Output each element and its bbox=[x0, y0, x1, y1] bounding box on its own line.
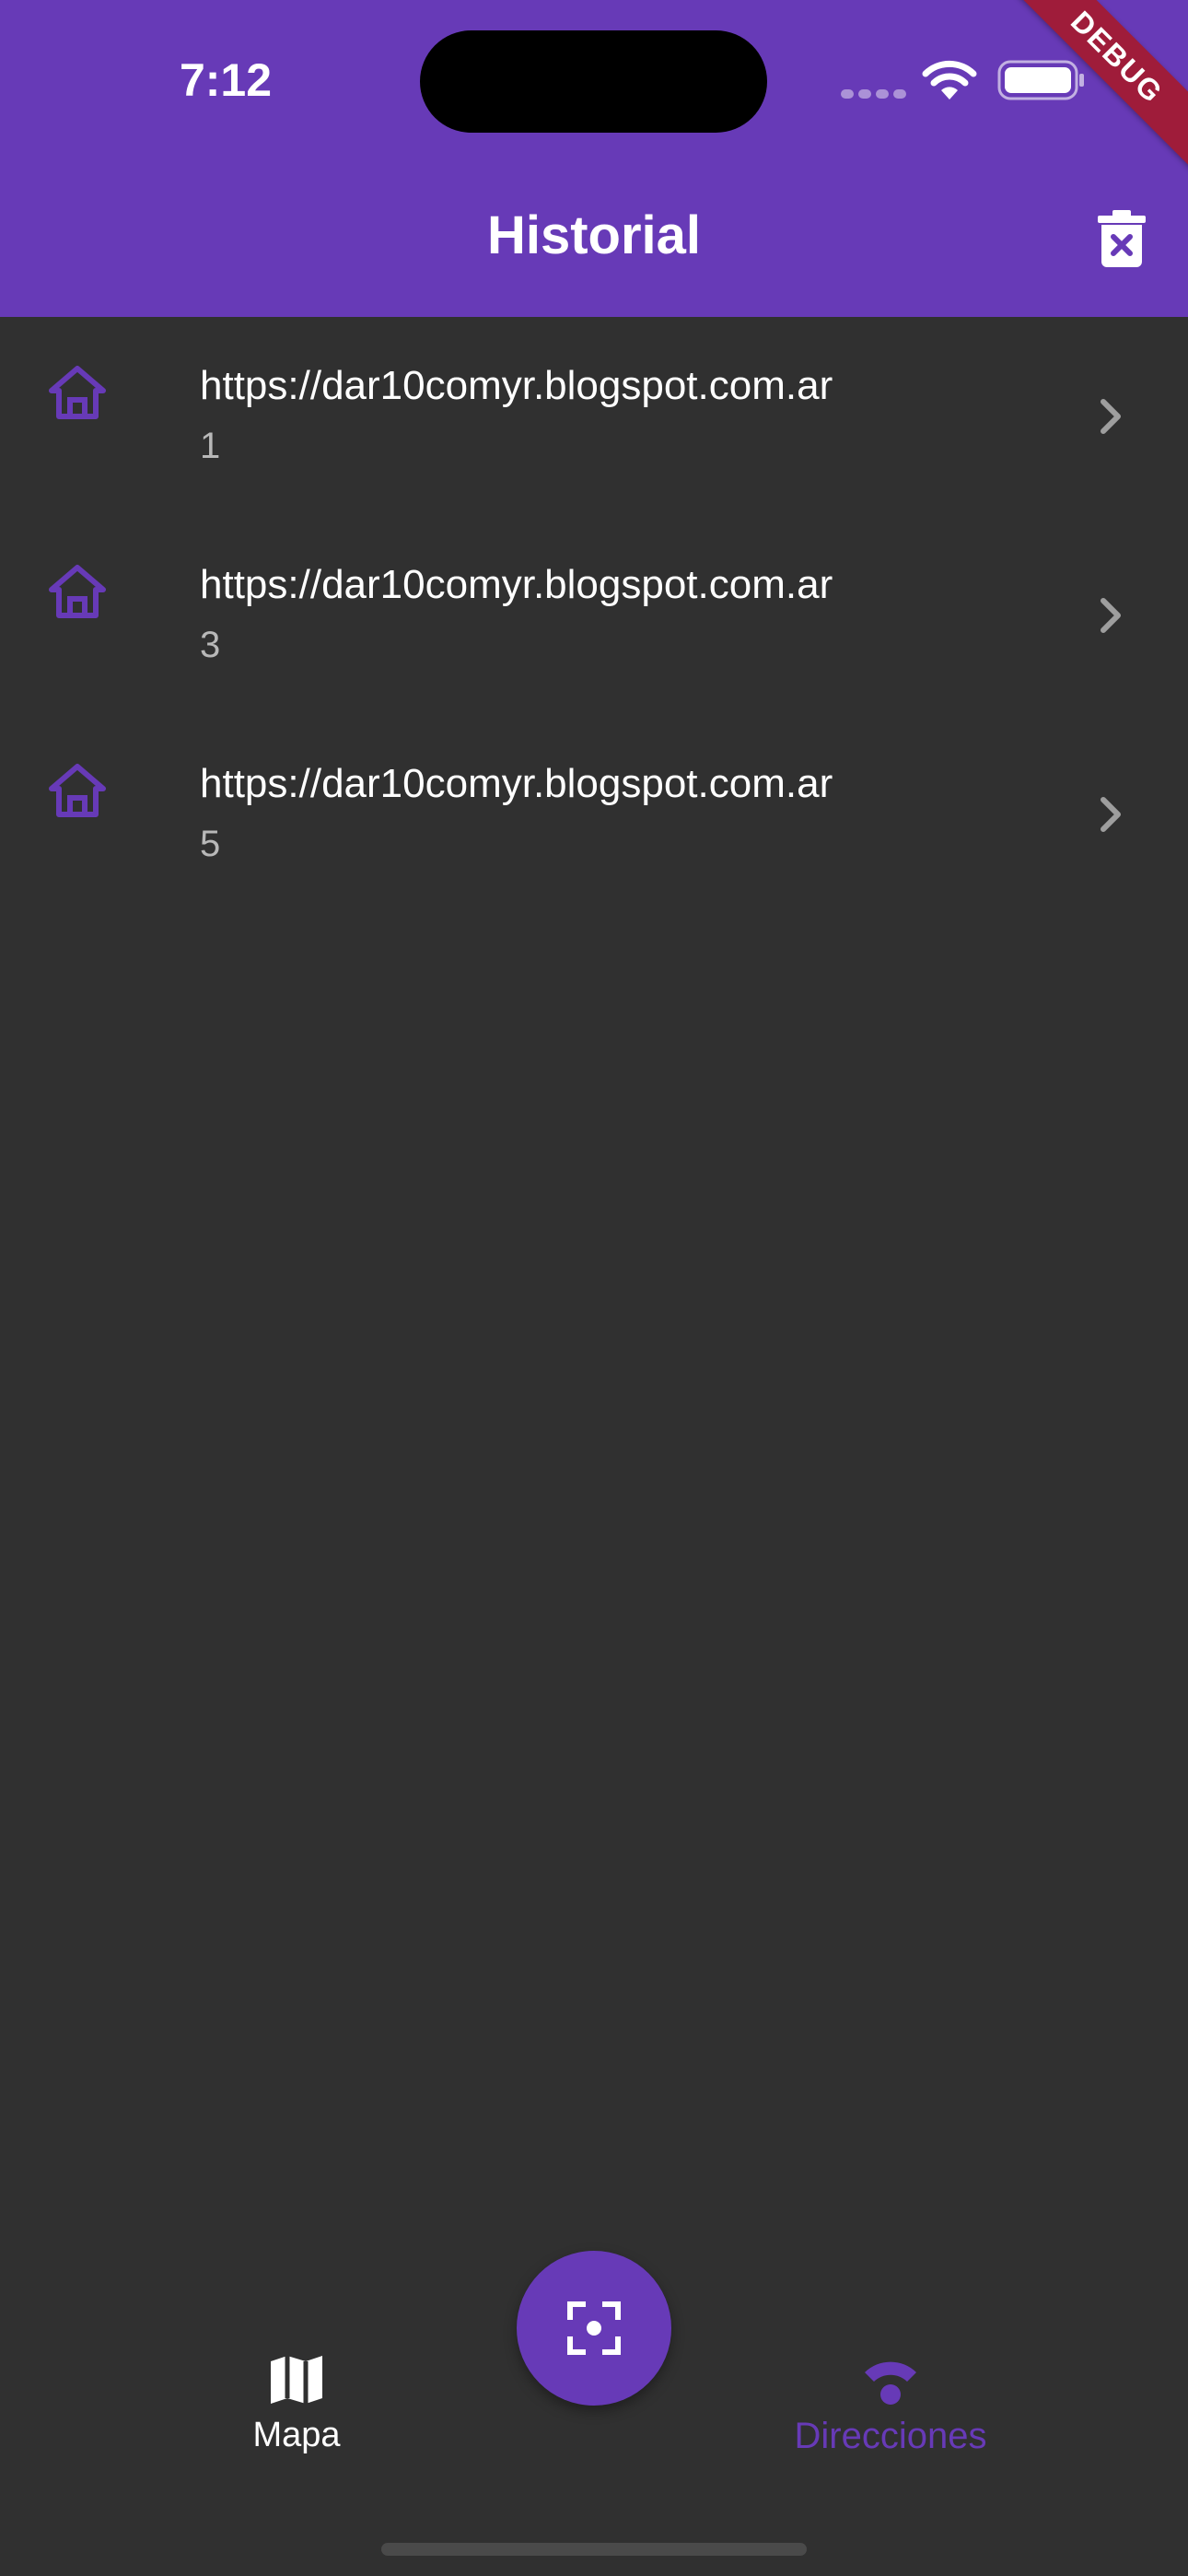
wifi-icon bbox=[865, 2361, 916, 2405]
chevron-right-icon bbox=[1101, 399, 1121, 434]
page-title: Historial bbox=[486, 205, 702, 265]
scan-id: 3 bbox=[200, 625, 221, 665]
scan-history-list: https://dar10comyr.blogspot.com.ar 1 htt… bbox=[0, 317, 1188, 914]
cellular-signal-icon bbox=[841, 87, 911, 103]
map-icon bbox=[271, 2356, 322, 2404]
list-item[interactable]: https://dar10comyr.blogspot.com.ar 3 bbox=[0, 516, 1188, 715]
wifi-status-icon bbox=[922, 60, 977, 100]
nav-label-mapa: Mapa bbox=[252, 2416, 341, 2454]
home-icon bbox=[49, 764, 106, 817]
status-time: 7:12 bbox=[179, 54, 273, 106]
chevron-right-icon bbox=[1101, 797, 1121, 832]
trash-x-icon[interactable] bbox=[1096, 210, 1147, 267]
battery-icon bbox=[997, 60, 1084, 100]
chevron-right-icon bbox=[1101, 598, 1121, 633]
app-bar: 7:12 DEBUG Historial bbox=[0, 0, 1188, 317]
nav-item-mapa[interactable]: Mapa bbox=[204, 2354, 389, 2455]
nav-label-direcciones: Direcciones bbox=[794, 2416, 987, 2456]
list-item[interactable]: https://dar10comyr.blogspot.com.ar 1 bbox=[0, 317, 1188, 516]
home-indicator bbox=[381, 2543, 807, 2556]
scan-url: https://dar10comyr.blogspot.com.ar bbox=[200, 761, 833, 806]
nav-item-direcciones[interactable]: Direcciones bbox=[766, 2354, 1015, 2457]
scan-url: https://dar10comyr.blogspot.com.ar bbox=[200, 363, 833, 408]
scan-focus-icon bbox=[567, 2301, 621, 2355]
scan-id: 1 bbox=[200, 426, 221, 466]
scan-button[interactable] bbox=[517, 2251, 671, 2406]
scan-url: https://dar10comyr.blogspot.com.ar bbox=[200, 562, 833, 607]
dynamic-island bbox=[420, 30, 767, 133]
home-icon bbox=[49, 366, 106, 419]
scan-id: 5 bbox=[200, 824, 221, 864]
list-item[interactable]: https://dar10comyr.blogspot.com.ar 5 bbox=[0, 715, 1188, 914]
home-icon bbox=[49, 565, 106, 618]
